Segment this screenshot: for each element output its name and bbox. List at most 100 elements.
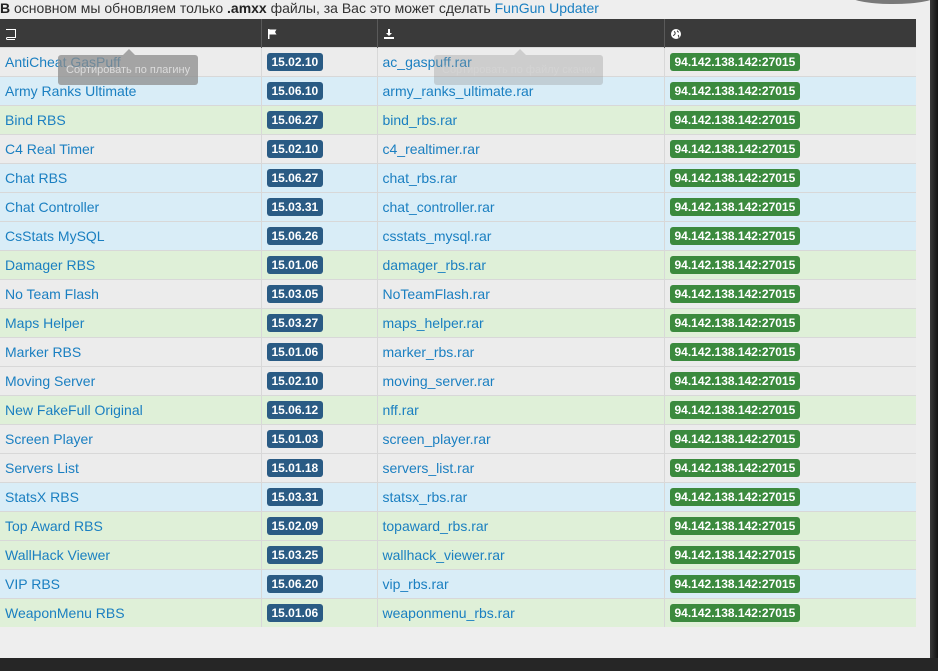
date-badge: 15.06.26 [266,227,324,245]
file-cell: maps_helper.rar [376,308,664,338]
table-header-row [0,19,916,48]
plugin-name-cell: Marker RBS [0,337,261,367]
server-cell: 94.142.138.142:27015 [663,47,916,77]
date-badge: 15.06.12 [266,401,324,419]
date-badge: 15.01.18 [266,459,324,477]
plugin-link[interactable]: Top Award RBS [5,518,103,534]
server-ip-badge: 94.142.138.142:27015 [669,401,801,419]
download-link[interactable]: moving_server.rar [383,373,495,389]
date-cell: 15.06.10 [260,76,377,106]
download-icon [383,29,394,40]
plugin-link[interactable]: VIP RBS [5,576,60,592]
table-row: Chat Controller 15.03.31 chat_controller.r… [0,192,916,222]
page-content: В основном мы обновляем только .amxx фай… [0,0,930,658]
header-plugin[interactable] [0,19,261,48]
server-ip-badge: 94.142.138.142:27015 [669,53,801,71]
download-link[interactable]: chat_rbs.rar [383,170,458,186]
download-link[interactable]: weaponmenu_rbs.rar [383,605,515,621]
date-cell: 15.01.03 [260,424,377,454]
plugin-link[interactable]: Screen Player [5,431,93,447]
file-cell: nff.rar [376,395,664,425]
download-link[interactable]: bind_rbs.rar [383,112,458,128]
download-link[interactable]: nff.rar [383,402,419,418]
download-link[interactable]: vip_rbs.rar [383,576,449,592]
server-cell: 94.142.138.142:27015 [663,192,916,222]
plugin-link[interactable]: WeaponMenu RBS [5,605,125,621]
download-link[interactable]: csstats_mysql.rar [383,228,492,244]
date-cell: 15.01.06 [260,598,377,627]
server-ip-badge: 94.142.138.142:27015 [669,140,801,158]
server-ip-badge: 94.142.138.142:27015 [669,227,801,245]
date-cell: 15.03.31 [260,482,377,512]
header-file[interactable] [376,19,664,48]
date-cell: 15.06.27 [260,105,377,135]
download-link[interactable]: wallhack_viewer.rar [383,547,505,563]
download-link[interactable]: maps_helper.rar [383,315,484,331]
server-ip-badge: 94.142.138.142:27015 [669,82,801,100]
server-cell: 94.142.138.142:27015 [663,424,916,454]
plugin-link[interactable]: Servers List [5,460,79,476]
plugins-table-body: AntiCheat GasPuff15.02.10ac_gaspuff.rar9… [0,47,916,627]
plugin-link[interactable]: No Team Flash [5,286,99,302]
date-badge: 15.06.27 [266,169,324,187]
file-cell: moving_server.rar [376,366,664,396]
flag-icon [267,29,276,40]
download-link[interactable]: marker_rbs.rar [383,344,475,360]
book-icon [6,29,16,41]
plugin-link[interactable]: New FakeFull Original [5,402,143,418]
plugin-link[interactable]: Chat RBS [5,170,67,186]
plugin-link[interactable]: CsStats MySQL [5,228,105,244]
download-link[interactable]: statsx_rbs.rar [383,489,468,505]
table-row: Servers List 15.01.18 servers_list.rar 94.1… [0,453,916,483]
intro-text-2: файлы, за Вас это может сделать [266,0,495,16]
plugin-name-cell: Maps Helper [0,308,261,338]
download-link[interactable]: c4_realtimer.rar [383,141,480,157]
date-cell: 15.06.20 [260,569,377,599]
server-cell: 94.142.138.142:27015 [663,221,916,251]
server-ip-badge: 94.142.138.142:27015 [669,314,801,332]
plugin-name-cell: Screen Player [0,424,261,454]
file-cell: csstats_mysql.rar [376,221,664,251]
date-badge: 15.01.06 [266,256,324,274]
table-row: VIP RBS 15.06.20 vip_rbs.rar 94.142.138.142… [0,569,916,599]
plugin-link[interactable]: Marker RBS [5,344,81,360]
server-ip-badge: 94.142.138.142:27015 [669,256,801,274]
server-cell: 94.142.138.142:27015 [663,279,916,309]
plugin-link[interactable]: Chat Controller [5,199,99,215]
date-cell: 15.06.12 [260,395,377,425]
server-cell: 94.142.138.142:27015 [663,337,916,367]
plugin-link[interactable]: StatsX RBS [5,489,79,505]
download-link[interactable]: chat_controller.rar [383,199,495,215]
download-link[interactable]: army_ranks_ultimate.rar [383,83,534,99]
date-cell: 15.02.10 [260,47,377,77]
table-row: Top Award RBS 15.02.09 topaward_rbs.rar 94.… [0,511,916,541]
download-link[interactable]: NoTeamFlash.rar [383,286,490,302]
date-badge: 15.01.06 [266,604,324,622]
download-link[interactable]: topaward_rbs.rar [383,518,489,534]
plugin-link[interactable]: Damager RBS [5,257,95,273]
plugin-link[interactable]: Maps Helper [5,315,84,331]
server-ip-badge: 94.142.138.142:27015 [669,604,801,622]
server-cell: 94.142.138.142:27015 [663,76,916,106]
table-row: CsStats MySQL 15.06.26 csstats_mysql.rar 94… [0,221,916,251]
table-row: StatsX RBS 15.03.31 statsx_rbs.rar 94.142.1… [0,482,916,512]
download-link[interactable]: damager_rbs.rar [383,257,487,273]
server-cell: 94.142.138.142:27015 [663,395,916,425]
plugin-link[interactable]: C4 Real Timer [5,141,94,157]
plugin-name-cell: Moving Server [0,366,261,396]
date-cell: 15.03.05 [260,279,377,309]
date-badge: 15.02.10 [266,53,324,71]
plugin-link[interactable]: Bind RBS [5,112,66,128]
table-row: Marker RBS 15.01.06 marker_rbs.rar 94.142.1… [0,337,916,367]
server-cell: 94.142.138.142:27015 [663,540,916,570]
updater-link[interactable]: FunGun Updater [495,0,599,16]
server-ip-badge: 94.142.138.142:27015 [669,459,801,477]
download-link[interactable]: servers_list.rar [383,460,475,476]
header-date[interactable] [260,19,377,48]
download-link[interactable]: screen_player.rar [383,431,491,447]
plugin-link[interactable]: Moving Server [5,373,95,389]
date-cell: 15.06.26 [260,221,377,251]
header-server[interactable] [663,19,916,48]
plugin-link[interactable]: WallHack Viewer [5,547,110,563]
plugin-link[interactable]: Army Ranks Ultimate [5,83,136,99]
